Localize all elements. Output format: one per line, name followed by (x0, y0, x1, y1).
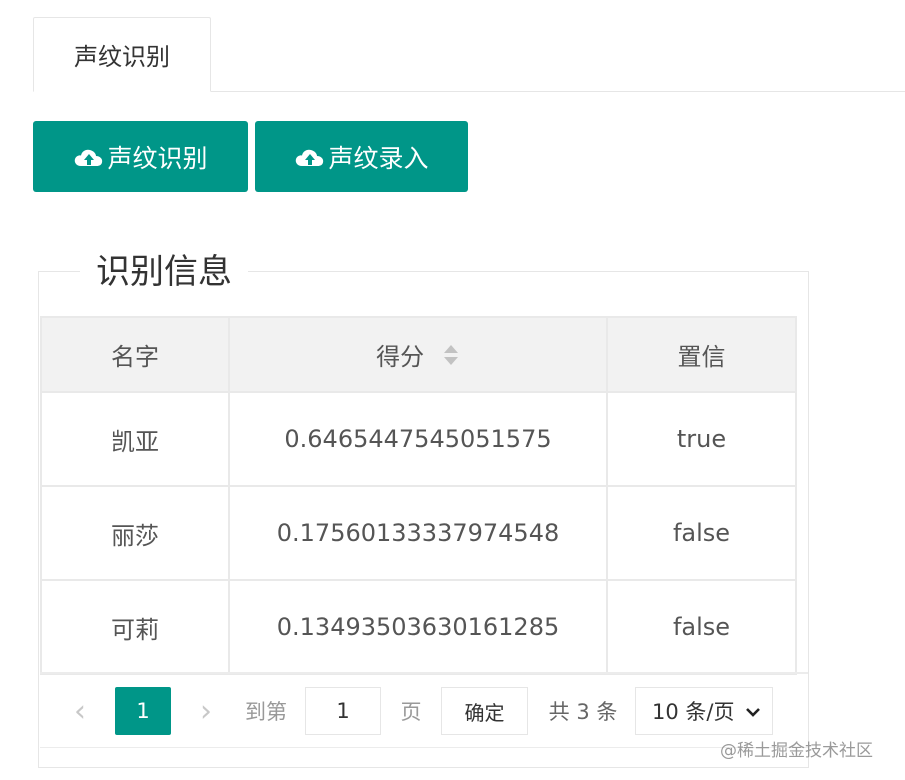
column-header-score[interactable]: 得分 (228, 316, 608, 393)
results-table: 名字 得分 置信 凯亚 0.6465447545051575 true 丽莎 0… (40, 316, 797, 675)
tab-bar: 声纹识别 (33, 17, 905, 92)
goto-page-label: 到第 (245, 700, 287, 724)
voiceprint-identify-label: 声纹识别 (107, 143, 208, 173)
cell-name: 凯亚 (40, 391, 230, 487)
column-header-name: 名字 (40, 316, 230, 393)
next-page-button[interactable]: › (188, 687, 224, 735)
total-count: 共 3 条 (548, 700, 618, 724)
cell-score: 0.17560133337974548 (228, 485, 608, 581)
cloud-upload-icon (294, 144, 326, 170)
voiceprint-identify-button[interactable]: 声纹识别 (33, 121, 248, 192)
page-unit-label: 页 (400, 700, 422, 724)
voiceprint-enroll-button[interactable]: 声纹录入 (255, 121, 468, 192)
cell-confidence: true (606, 391, 797, 487)
table-row: 凯亚 0.6465447545051575 true (40, 391, 797, 487)
watermark: @稀土掘金技术社区 (720, 741, 873, 761)
voiceprint-enroll-label: 声纹录入 (328, 143, 429, 173)
column-header-confidence: 置信 (606, 316, 797, 393)
table-row: 可莉 0.13493503630161285 false (40, 579, 797, 675)
current-page-button[interactable]: 1 (115, 687, 171, 735)
sort-icon[interactable] (442, 343, 460, 373)
page-size-select[interactable]: 10 条/页 (635, 687, 773, 735)
cell-score: 0.13493503630161285 (228, 579, 608, 675)
cell-name: 丽莎 (40, 485, 230, 581)
page-size-value: 10 条/页 (652, 700, 735, 724)
goto-page-input[interactable] (305, 687, 381, 735)
cloud-upload-icon (73, 144, 105, 170)
cell-confidence: false (606, 579, 797, 675)
cell-confidence: false (606, 485, 797, 581)
tab-voiceprint-identify[interactable]: 声纹识别 (33, 17, 211, 92)
identify-info-legend: 识别信息 (80, 250, 248, 294)
prev-page-button[interactable]: ‹ (62, 687, 98, 735)
table-header-row: 名字 得分 置信 (40, 316, 797, 393)
chevron-down-icon (746, 701, 760, 722)
cell-score: 0.6465447545051575 (228, 391, 608, 487)
table-row: 丽莎 0.17560133337974548 false (40, 485, 797, 581)
page: 声纹识别 声纹识别 声纹录入 识别信息 名字 得分 置信 凯亚 0.646544… (0, 0, 905, 780)
goto-confirm-button[interactable]: 确定 (441, 687, 528, 735)
cell-name: 可莉 (40, 579, 230, 675)
